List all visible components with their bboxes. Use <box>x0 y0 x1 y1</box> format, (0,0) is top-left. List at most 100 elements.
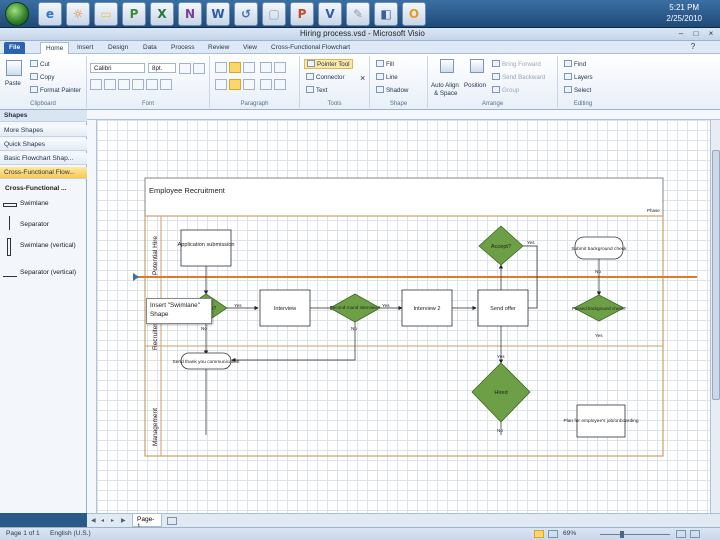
tools-icon[interactable]: ✎ <box>346 2 370 26</box>
horizontal-ruler[interactable] <box>87 110 720 120</box>
underline-icon[interactable] <box>118 79 130 90</box>
language-status[interactable]: English (U.S.) <box>50 530 91 537</box>
excel-icon[interactable]: X <box>150 2 174 26</box>
zoom-slider[interactable] <box>600 531 670 538</box>
strikethrough-icon[interactable] <box>132 79 144 90</box>
insert-page-icon[interactable] <box>167 517 177 525</box>
zoom-slider-thumb[interactable] <box>620 531 624 538</box>
tab-file[interactable]: File <box>4 42 26 54</box>
basic-flowchart-stencil[interactable]: Basic Flowchart Shap... <box>0 153 87 165</box>
full-screen-icon[interactable] <box>548 530 558 538</box>
cross-functional-stencil[interactable]: Cross-Functional Flow... <box>0 167 87 179</box>
align-right-icon[interactable] <box>243 79 255 90</box>
vertical-scroll-thumb[interactable] <box>712 150 720 400</box>
group-button[interactable]: Group <box>492 86 519 94</box>
close-tool-icon[interactable]: × <box>360 73 365 83</box>
tab-review[interactable]: Review <box>203 42 234 54</box>
select-button[interactable]: Select <box>564 86 591 94</box>
network-icon[interactable]: ◧ <box>374 2 398 26</box>
sync-icon[interactable]: ↺ <box>234 2 258 26</box>
tab-insert[interactable]: Insert <box>72 42 98 54</box>
fill-button[interactable]: Fill <box>376 60 394 68</box>
align-left-icon[interactable] <box>215 79 227 90</box>
onenote-icon[interactable]: N <box>178 2 202 26</box>
first-page-icon[interactable]: ◀ <box>91 517 99 525</box>
start-button[interactable] <box>5 2 29 26</box>
font-size-field[interactable]: 8pt. <box>148 63 176 73</box>
find-button[interactable]: Find <box>564 60 586 68</box>
last-page-icon[interactable]: ▶ <box>121 517 129 525</box>
paste-button[interactable]: Paste <box>5 80 21 87</box>
bullets-icon[interactable] <box>260 79 272 90</box>
word-icon[interactable]: W <box>206 2 230 26</box>
align-bottom-icon[interactable] <box>243 62 255 73</box>
font-name-field[interactable]: Calibri <box>90 63 145 73</box>
format-painter-button[interactable]: Format Painter <box>30 86 81 94</box>
shrink-font-icon[interactable] <box>193 63 205 74</box>
copy-button[interactable]: Copy <box>30 73 54 81</box>
stencil-separator[interactable]: Separator <box>0 214 87 232</box>
tab-home[interactable]: Home <box>40 42 70 54</box>
line-button[interactable]: Line <box>376 73 398 81</box>
cut-button[interactable]: Cut <box>30 60 50 68</box>
page-tab-1[interactable]: Page-1 <box>132 514 162 530</box>
maximize-icon[interactable]: □ <box>691 29 701 39</box>
position-button[interactable]: Position <box>464 82 486 89</box>
help-icon[interactable]: ? <box>688 42 698 52</box>
connector-button[interactable]: Connector <box>306 73 345 81</box>
media-icon[interactable]: ▢ <box>262 2 286 26</box>
layers-button[interactable]: Layers <box>564 73 593 81</box>
paste-icon[interactable] <box>6 60 22 76</box>
lane-management[interactable]: Management <box>152 408 159 446</box>
visio-icon[interactable]: V <box>318 2 342 26</box>
fit-page-icon[interactable] <box>676 530 686 538</box>
lane-potential-hire[interactable]: Potential Hire <box>152 236 159 275</box>
auto-align-button[interactable]: Auto Align <box>431 82 459 89</box>
grow-font-icon[interactable] <box>179 63 191 74</box>
bold-icon[interactable] <box>90 79 102 90</box>
stencil-swimlane[interactable]: Swimlane <box>0 198 87 212</box>
next-page-icon[interactable]: ▸ <box>111 517 119 525</box>
close-icon[interactable]: × <box>706 29 716 39</box>
text-direction-icon[interactable] <box>274 79 286 90</box>
folder-icon[interactable]: ▭ <box>94 2 118 26</box>
pointer-tool-button[interactable]: Pointer Tool <box>304 59 353 69</box>
case-icon[interactable] <box>146 79 158 90</box>
align-middle-icon[interactable] <box>229 62 241 73</box>
shadow-button[interactable]: Shadow <box>376 86 408 94</box>
tab-data[interactable]: Data <box>138 42 162 54</box>
text-tool-button[interactable]: Text <box>306 86 327 94</box>
lane-recruiter[interactable]: Recruiter <box>152 323 159 350</box>
tab-design[interactable]: Design <box>103 42 133 54</box>
diagram-title-block[interactable] <box>144 177 664 217</box>
bring-forward-button[interactable]: Bring Forward <box>492 60 541 68</box>
align-center-icon[interactable] <box>229 79 241 90</box>
shape-application-submission[interactable] <box>180 229 232 267</box>
stencil-separator-vertical[interactable]: Separator (vertical) <box>0 266 87 292</box>
tab-cross-functional-flowchart[interactable]: Cross-Functional Flowchart <box>266 42 355 54</box>
tab-process[interactable]: Process <box>166 42 199 54</box>
tab-view[interactable]: View <box>238 42 262 54</box>
zoom-level[interactable]: 69% <box>563 530 576 537</box>
page-count-status[interactable]: Page 1 of 1 <box>6 530 40 537</box>
powerpoint-icon[interactable]: P <box>290 2 314 26</box>
font-color-icon[interactable] <box>160 79 172 90</box>
increase-indent-icon[interactable] <box>274 62 286 73</box>
stencil-swimlane-vertical[interactable]: Swimlane (vertical) <box>0 236 87 262</box>
normal-view-icon[interactable] <box>534 530 544 538</box>
minimize-icon[interactable]: – <box>676 29 686 39</box>
project-icon[interactable]: P <box>122 2 146 26</box>
vertical-ruler[interactable] <box>87 120 97 513</box>
italic-icon[interactable] <box>104 79 116 90</box>
quick-shapes-item[interactable]: Quick Shapes <box>0 139 87 151</box>
firefox-icon[interactable]: ☼ <box>66 2 90 26</box>
align-top-icon[interactable] <box>215 62 227 73</box>
decrease-indent-icon[interactable] <box>260 62 272 73</box>
system-clock[interactable]: 5:21 PM 2/25/2010 <box>666 2 702 24</box>
prev-page-icon[interactable]: ◂ <box>101 517 109 525</box>
send-backward-button[interactable]: Send Backward <box>492 73 545 81</box>
switch-windows-icon[interactable] <box>690 530 700 538</box>
vertical-scrollbar[interactable] <box>710 120 720 513</box>
internet-explorer-icon[interactable]: e <box>38 2 62 26</box>
more-shapes-item[interactable]: More Shapes <box>0 125 87 137</box>
